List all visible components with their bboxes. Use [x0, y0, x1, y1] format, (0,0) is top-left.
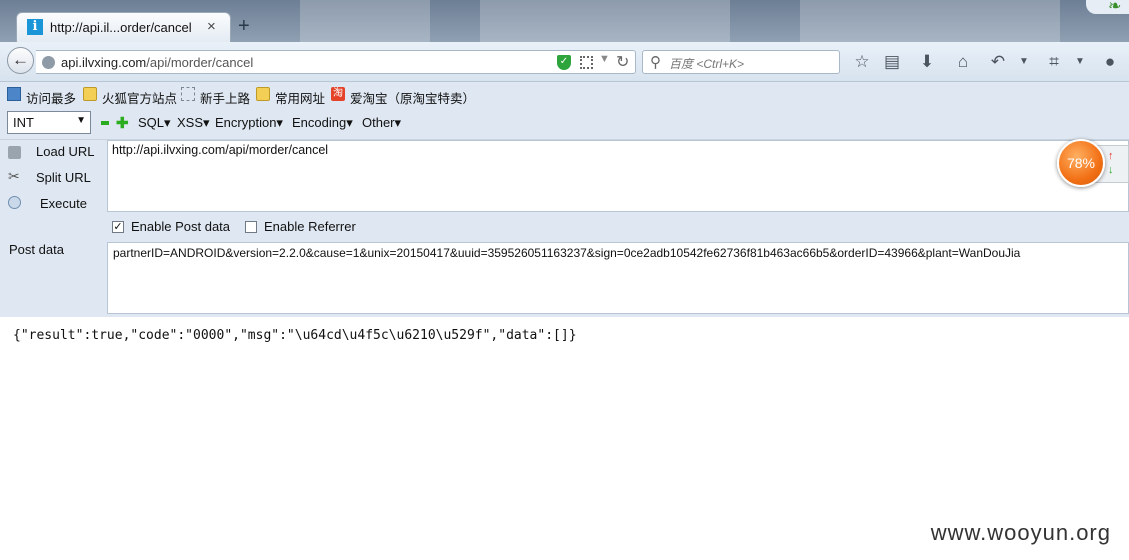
- menu-xss[interactable]: XSS▾: [177, 115, 210, 131]
- window-background: [480, 0, 730, 42]
- home-icon[interactable]: ⌂: [952, 51, 974, 73]
- dashed-folder-icon: [181, 87, 195, 101]
- shield-icon[interactable]: ✓: [557, 55, 571, 70]
- menu-encryption[interactable]: Encryption▾: [215, 115, 283, 131]
- hackbar-toolbar: INT ▼ ✚ SQL▾ XSS▾ Encryption▾ Encoding▾ …: [0, 109, 1129, 140]
- url-host: api.ilvxing.com: [61, 55, 147, 70]
- enable-referrer-checkbox[interactable]: [245, 221, 257, 233]
- post-data-label: Post data: [9, 242, 64, 257]
- bookmark-item[interactable]: 爱淘宝（原淘宝特卖）: [350, 88, 475, 107]
- menu-other[interactable]: Other▾: [362, 115, 401, 131]
- navigation-bar: ← api.ilvxing.com/api/morder/cancel ✓ ▼ …: [0, 42, 1129, 82]
- watermark: www.wooyun.org: [930, 520, 1111, 545]
- bookmark-item[interactable]: 新手上路: [200, 88, 250, 107]
- qr-code-icon[interactable]: [580, 56, 593, 69]
- tab-strip: i http://api.il...order/cancel × + ❧: [0, 0, 1129, 42]
- reload-icon[interactable]: ↻: [616, 52, 629, 72]
- enable-post-checkbox[interactable]: ✓: [112, 221, 124, 233]
- tab-close-icon[interactable]: ×: [207, 18, 216, 35]
- leaf-icon: ❧: [1108, 0, 1122, 15]
- split-url-button[interactable]: Split URL: [36, 170, 91, 185]
- search-icon: ⚲: [650, 54, 661, 71]
- hackbar-panel: Load URL ✂ Split URL Execute http://api.…: [0, 140, 1129, 317]
- frequent-icon: [7, 87, 21, 101]
- menu-sql[interactable]: SQL▾: [138, 115, 171, 131]
- folder-icon: [256, 87, 270, 101]
- undo-icon[interactable]: ↶: [987, 51, 1009, 73]
- chat-icon[interactable]: ●: [1099, 51, 1121, 73]
- crop-icon[interactable]: ⌗: [1043, 51, 1065, 73]
- type-select[interactable]: INT ▼: [7, 111, 91, 134]
- post-data-textarea[interactable]: partnerID=ANDROID&version=2.2.0&cause=1&…: [107, 242, 1129, 314]
- window-background: [300, 0, 430, 42]
- url-path: /api/morder/cancel: [146, 55, 254, 70]
- increase-icon[interactable]: ✚: [116, 114, 129, 132]
- new-tab-button[interactable]: +: [238, 16, 250, 36]
- search-bar[interactable]: ⚲ 百度 <Ctrl+K>: [642, 50, 840, 74]
- firefox-menu-badge[interactable]: ❧: [1086, 0, 1129, 15]
- bookmark-item[interactable]: 访问最多: [26, 88, 76, 107]
- download-icon[interactable]: ⬇: [916, 51, 938, 73]
- memory-usage-badge[interactable]: 78%: [1057, 139, 1105, 187]
- bookmark-star-icon[interactable]: ☆: [851, 51, 873, 73]
- search-placeholder: 百度 <Ctrl+K>: [669, 57, 745, 71]
- bookmark-item[interactable]: 常用网址: [275, 88, 325, 107]
- undo-dropdown-icon[interactable]: ▼: [1013, 51, 1035, 73]
- taobao-icon: 淘: [331, 87, 345, 101]
- arrow-up-icon: ↑: [1108, 150, 1114, 162]
- url-textarea[interactable]: http://api.ilvxing.com/api/morder/cancel: [107, 140, 1129, 212]
- folder-icon: [83, 87, 97, 101]
- url-text[interactable]: api.ilvxing.com/api/morder/cancel: [61, 55, 253, 70]
- chevron-down-icon: ▼: [76, 115, 86, 126]
- window-background: [800, 0, 1060, 42]
- enable-post-label: Enable Post data: [131, 219, 231, 234]
- tab-title: http://api.il...order/cancel: [50, 20, 192, 35]
- load-url-icon: [8, 146, 21, 159]
- back-button[interactable]: ←: [7, 47, 34, 74]
- decrease-icon[interactable]: [101, 121, 109, 125]
- site-favicon-icon: i: [27, 19, 43, 35]
- arrow-down-icon: ↓: [1108, 164, 1114, 176]
- scissors-icon: ✂: [8, 168, 20, 184]
- reading-list-icon[interactable]: ▤: [881, 51, 903, 73]
- type-select-value: INT: [13, 115, 34, 130]
- bookmark-item[interactable]: 火狐官方站点: [102, 88, 177, 107]
- bookmarks-toolbar: 访问最多 火狐官方站点 新手上路 常用网址 淘 爱淘宝（原淘宝特卖）: [0, 82, 1129, 109]
- page-content: {"result":true,"code":"0000","msg":"\u64…: [0, 318, 1129, 560]
- execute-icon: [8, 196, 21, 209]
- globe-icon: [42, 56, 55, 69]
- dropdown-arrow-icon[interactable]: ▼: [599, 53, 610, 65]
- execute-button[interactable]: Execute: [40, 196, 87, 211]
- menu-encoding[interactable]: Encoding▾: [292, 115, 353, 131]
- load-url-button[interactable]: Load URL: [36, 144, 95, 159]
- crop-dropdown-icon[interactable]: ▼: [1069, 51, 1091, 73]
- browser-tab[interactable]: i http://api.il...order/cancel ×: [16, 12, 231, 42]
- url-bar[interactable]: api.ilvxing.com/api/morder/cancel ✓ ▼ ↻: [36, 50, 636, 74]
- response-text: {"result":true,"code":"0000","msg":"\u64…: [13, 328, 577, 343]
- enable-referrer-label: Enable Referrer: [264, 219, 356, 234]
